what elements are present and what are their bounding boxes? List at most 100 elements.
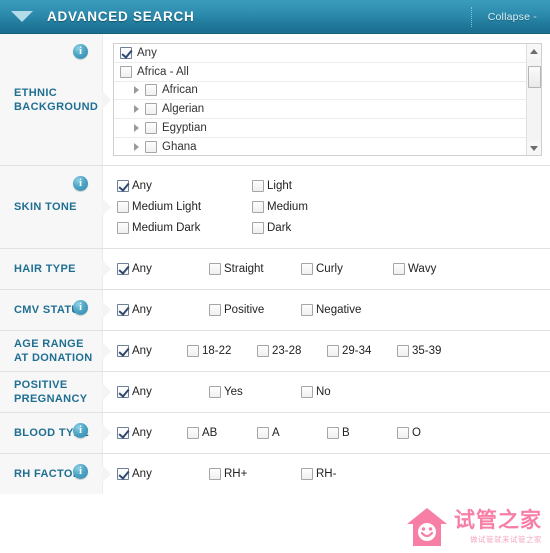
- checkbox-label: Dark: [267, 222, 292, 234]
- expand-arrow-icon[interactable]: [134, 142, 139, 151]
- checkbox-option-7-0[interactable]: Any: [117, 468, 209, 480]
- checkbox-unchecked-icon[interactable]: [397, 345, 409, 357]
- checkbox-option-4-0[interactable]: Any: [117, 345, 187, 357]
- checkbox-option-7-2[interactable]: RH-: [301, 468, 393, 480]
- info-icon-skin-tone[interactable]: i: [73, 176, 88, 191]
- filter-label-age-range-at-donation: AGE RANGE AT DONATION: [14, 338, 93, 364]
- checkbox-unchecked-icon[interactable]: [187, 345, 199, 357]
- checkbox-checked-icon[interactable]: [117, 180, 129, 192]
- checkbox-option-3-0[interactable]: Any: [117, 304, 209, 316]
- tree-item[interactable]: Algerian: [114, 100, 526, 120]
- checkbox-option-6-4[interactable]: O: [397, 427, 467, 439]
- collapse-button[interactable]: Collapse -: [488, 11, 537, 23]
- checkbox-unchecked-icon[interactable]: [252, 222, 264, 234]
- checkbox-label: Any: [132, 468, 152, 480]
- info-icon-ethnic-background[interactable]: i: [73, 44, 88, 59]
- checkbox-option-6-2[interactable]: A: [257, 427, 327, 439]
- checkbox-option-2-2[interactable]: Curly: [301, 263, 393, 275]
- info-icon-cmv-status[interactable]: i: [73, 300, 88, 315]
- checkbox-label: Any: [132, 304, 152, 316]
- checkbox-unchecked-icon[interactable]: [252, 180, 264, 192]
- tree-item[interactable]: Egyptian: [114, 119, 526, 138]
- checkbox-option-2-0[interactable]: Any: [117, 263, 209, 275]
- checkbox-unchecked-icon[interactable]: [393, 263, 405, 275]
- scroll-down-arrow-icon[interactable]: [527, 141, 541, 155]
- checkbox-unchecked-icon[interactable]: [209, 386, 221, 398]
- checkbox-checked-icon[interactable]: [117, 345, 129, 357]
- triangle-down-icon[interactable]: [11, 11, 33, 22]
- checkbox-option-4-1[interactable]: 18-22: [187, 345, 257, 357]
- checkbox-unchecked-icon[interactable]: [252, 201, 264, 213]
- checkbox-option-5-0[interactable]: Any: [117, 386, 209, 398]
- checkbox-unchecked-icon[interactable]: [301, 468, 313, 480]
- checkbox-unchecked-icon[interactable]: [145, 140, 157, 153]
- filter-label-cell-rh-factor: RH FACTOR i: [0, 454, 111, 494]
- checkbox-checked-icon[interactable]: [120, 46, 132, 59]
- scrollbar-track[interactable]: [527, 58, 541, 141]
- label-pointer-icon: [102, 383, 111, 401]
- info-icon-rh-factor[interactable]: i: [73, 464, 88, 479]
- checkbox-label: AB: [202, 427, 218, 439]
- checkbox-unchecked-icon[interactable]: [301, 304, 313, 316]
- checkbox-option-2-1[interactable]: Straight: [209, 263, 301, 275]
- scrollbar-thumb[interactable]: [528, 66, 541, 88]
- checkbox-option-3-2[interactable]: Negative: [301, 304, 393, 316]
- checkbox-checked-icon[interactable]: [117, 304, 129, 316]
- checkbox-unchecked-icon[interactable]: [257, 427, 269, 439]
- checkbox-option-4-2[interactable]: 23-28: [257, 345, 327, 357]
- filter-label-cell-positive-pregnancy: POSITIVE PREGNANCY: [0, 372, 111, 412]
- filter-content-cmv-status: Any Positive Negative: [103, 290, 550, 330]
- tree-item[interactable]: Any: [114, 44, 526, 63]
- tree-item[interactable]: African: [114, 82, 526, 101]
- checkbox-option-5-2[interactable]: No: [301, 386, 393, 398]
- checkbox-option-5-1[interactable]: Yes: [209, 386, 301, 398]
- checkbox-option-6-0[interactable]: Any: [117, 427, 187, 439]
- checkbox-unchecked-icon[interactable]: [209, 304, 221, 316]
- ethnic-tree-box[interactable]: Any Africa - All African Algerian Egyptian Gh…: [113, 43, 542, 156]
- checkbox-unchecked-icon[interactable]: [327, 345, 339, 357]
- checkbox-option-4-3[interactable]: 29-34: [327, 345, 397, 357]
- checkbox-checked-icon[interactable]: [117, 468, 129, 480]
- expand-arrow-icon[interactable]: [134, 105, 139, 114]
- checkbox-option-1-5[interactable]: Dark: [252, 222, 387, 234]
- checkbox-unchecked-icon[interactable]: [145, 84, 157, 97]
- checkbox-option-1-4[interactable]: Medium Dark: [117, 222, 252, 234]
- checkbox-checked-icon[interactable]: [117, 427, 129, 439]
- checkbox-option-3-1[interactable]: Positive: [209, 304, 301, 316]
- expand-arrow-icon[interactable]: [134, 124, 139, 133]
- checkbox-unchecked-icon[interactable]: [187, 427, 199, 439]
- checkbox-unchecked-icon[interactable]: [209, 468, 221, 480]
- tree-item[interactable]: Ghana: [114, 138, 526, 155]
- checkbox-unchecked-icon[interactable]: [117, 201, 129, 213]
- panel-header: ADVANCED SEARCH Collapse -: [0, 0, 550, 34]
- scroll-up-arrow-icon[interactable]: [527, 44, 541, 58]
- checkbox-unchecked-icon[interactable]: [145, 103, 157, 116]
- checkbox-checked-icon[interactable]: [117, 386, 129, 398]
- filter-label-cell-ethnic-background: ETHNIC BACKGROUND i: [0, 34, 111, 165]
- checkbox-option-7-1[interactable]: RH+: [209, 468, 301, 480]
- checkbox-option-1-2[interactable]: Medium Light: [117, 201, 252, 213]
- checkbox-unchecked-icon[interactable]: [397, 427, 409, 439]
- checkbox-unchecked-icon[interactable]: [257, 345, 269, 357]
- checkbox-unchecked-icon[interactable]: [209, 263, 221, 275]
- checkbox-option-6-3[interactable]: B: [327, 427, 397, 439]
- tree-scrollbar[interactable]: [526, 44, 541, 155]
- expand-arrow-icon[interactable]: [134, 86, 139, 95]
- checkbox-unchecked-icon[interactable]: [301, 386, 313, 398]
- filter-label-cell-age-range-at-donation: AGE RANGE AT DONATION: [0, 331, 111, 371]
- checkbox-unchecked-icon[interactable]: [301, 263, 313, 275]
- checkbox-unchecked-icon[interactable]: [145, 122, 157, 135]
- info-icon-blood-type[interactable]: i: [73, 423, 88, 438]
- checkbox-option-1-3[interactable]: Medium: [252, 201, 387, 213]
- checkbox-unchecked-icon[interactable]: [327, 427, 339, 439]
- checkbox-option-1-0[interactable]: Any: [117, 180, 252, 192]
- label-pointer-icon: [102, 260, 111, 278]
- checkbox-checked-icon[interactable]: [117, 263, 129, 275]
- checkbox-unchecked-icon[interactable]: [120, 65, 132, 78]
- checkbox-option-2-3[interactable]: Wavy: [393, 263, 485, 275]
- checkbox-unchecked-icon[interactable]: [117, 222, 129, 234]
- tree-item[interactable]: Africa - All: [114, 63, 526, 82]
- checkbox-option-6-1[interactable]: AB: [187, 427, 257, 439]
- checkbox-option-4-4[interactable]: 35-39: [397, 345, 467, 357]
- checkbox-option-1-1[interactable]: Light: [252, 180, 387, 192]
